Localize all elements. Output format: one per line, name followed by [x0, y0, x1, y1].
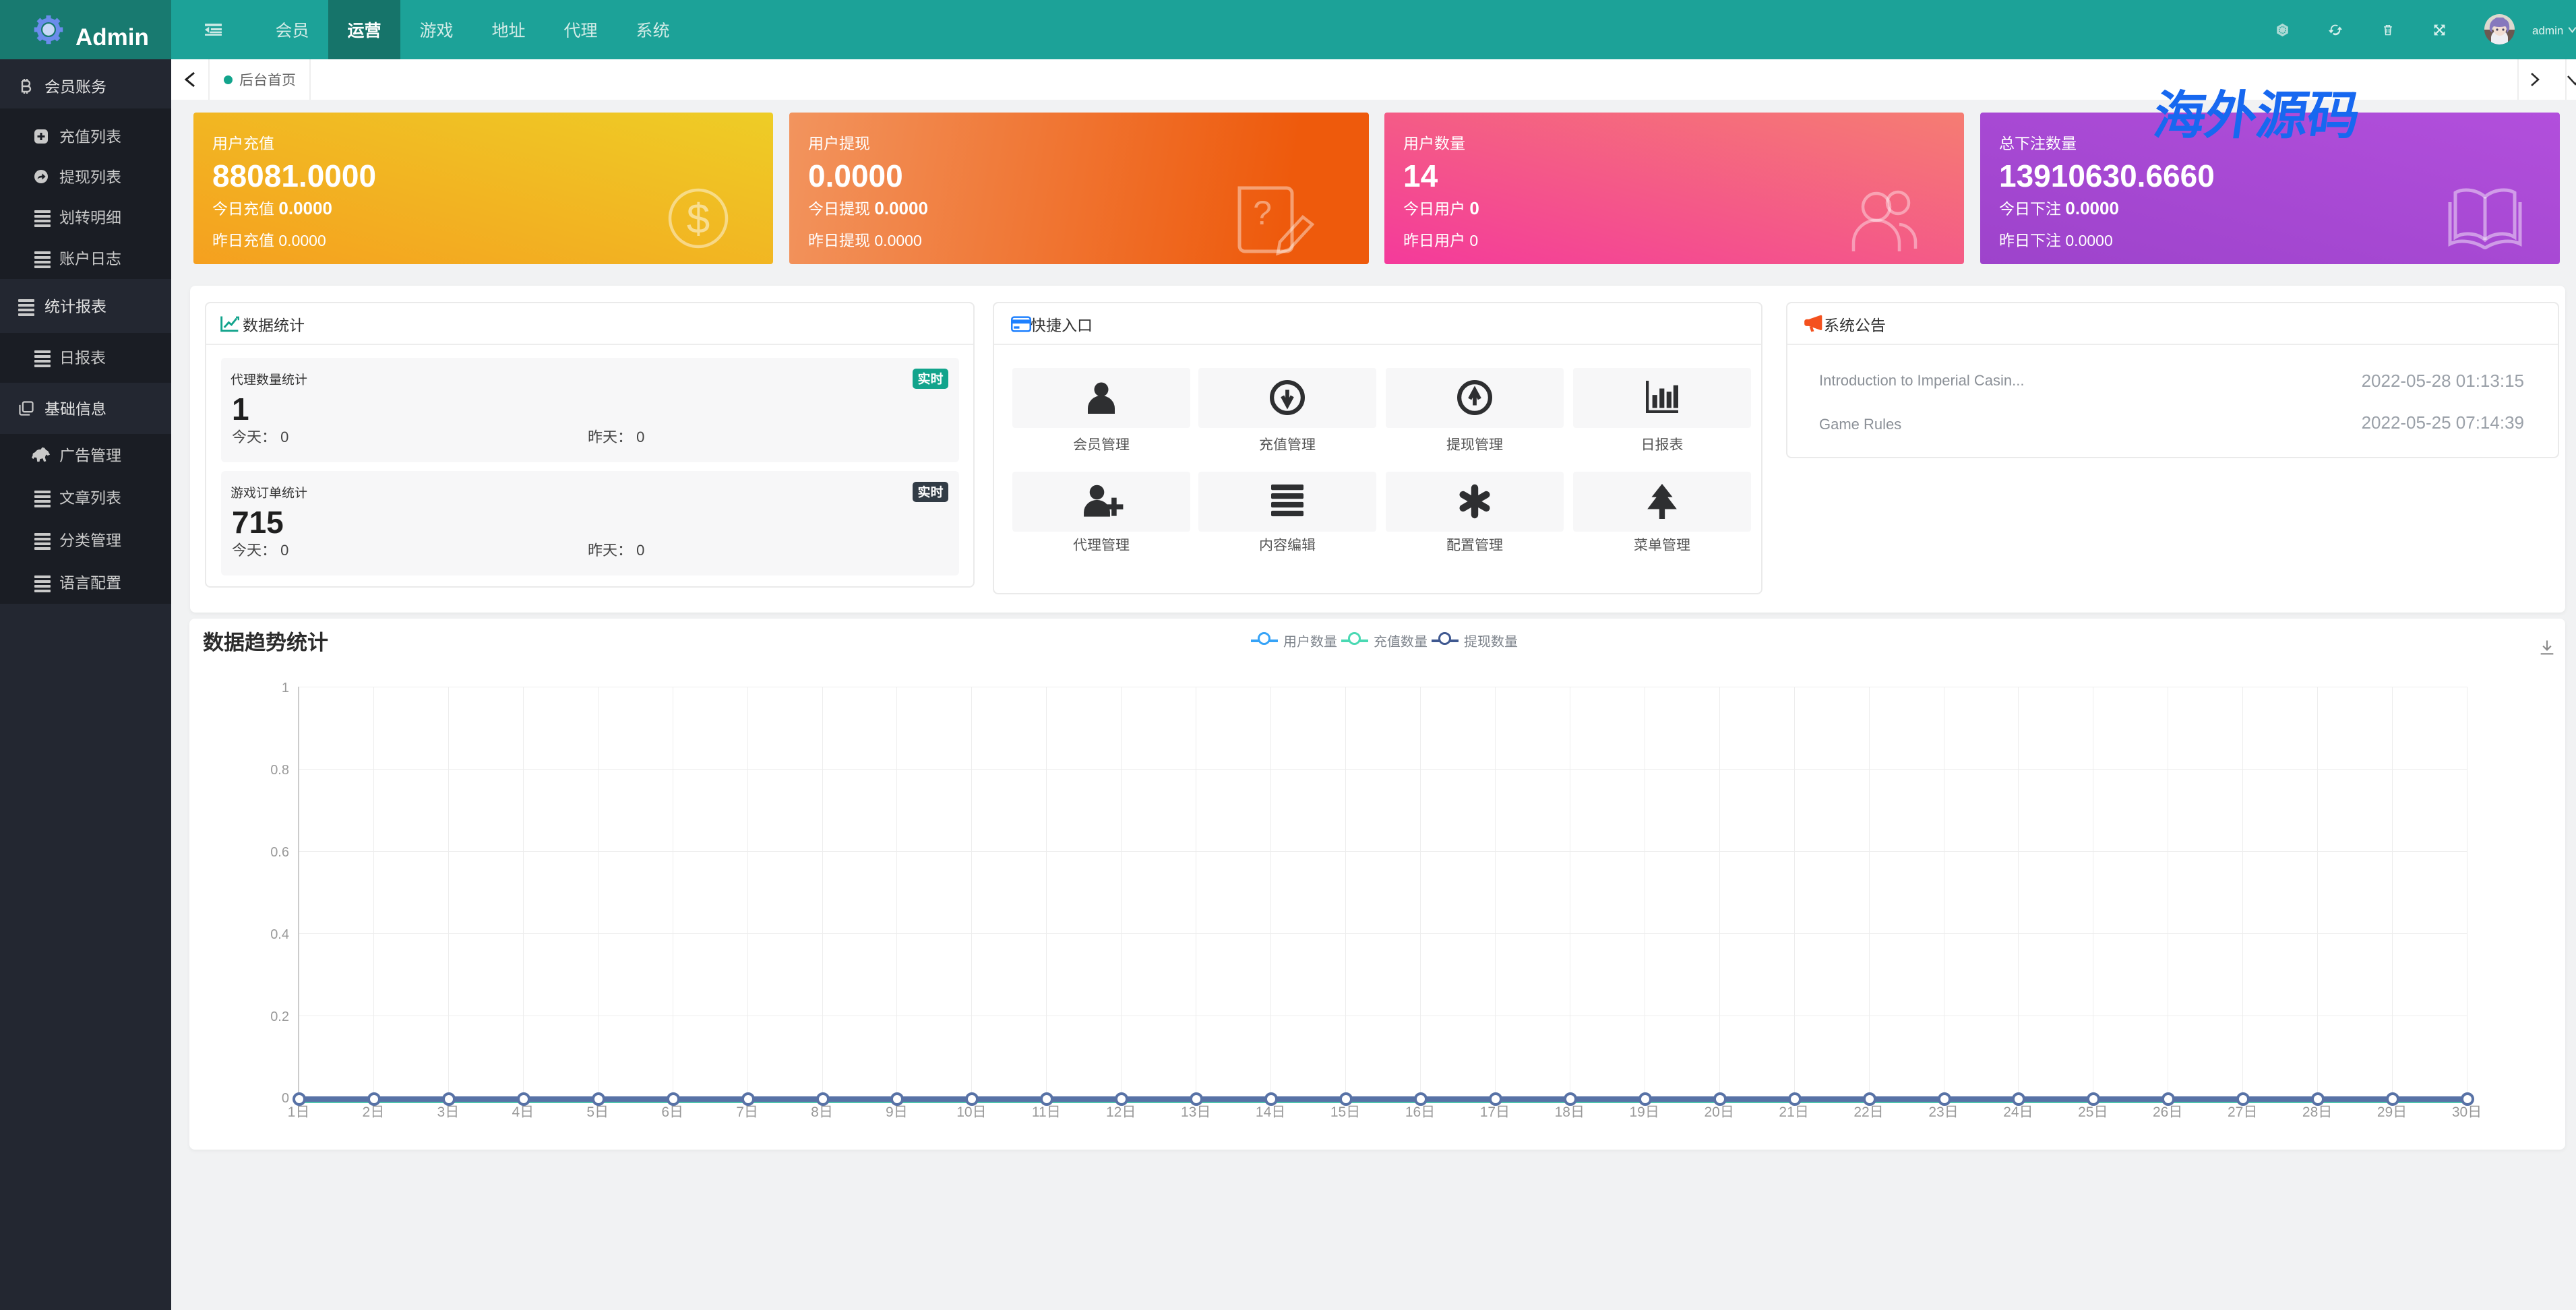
svg-text:?: ? [1253, 194, 1272, 232]
svg-text:$: $ [687, 196, 710, 243]
